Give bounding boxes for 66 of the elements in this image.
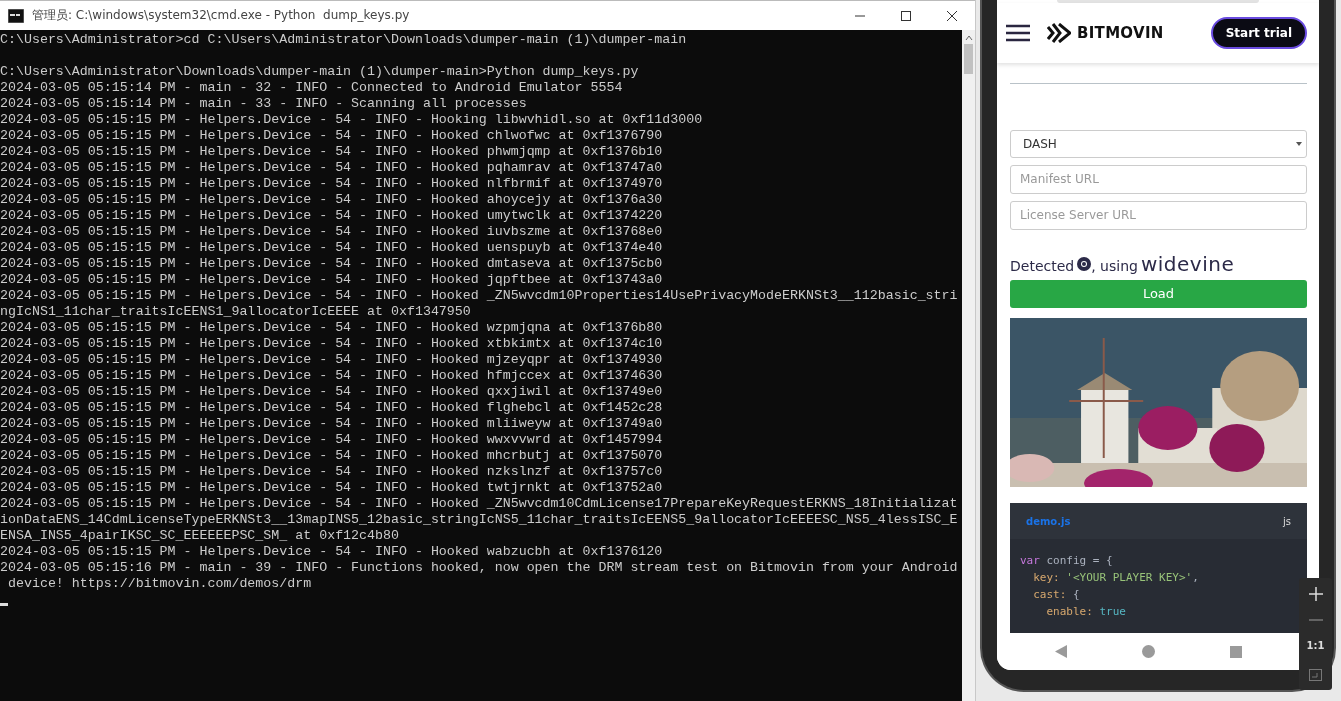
console-line: 2024-03-05 05:15:14 PM - main - 33 - INFO - Scanning all processes: [0, 96, 528, 112]
console-line: 2024-03-05 05:15:15 PM - Helpers.Device - 54 - INFO - Hooked twtjrnkt at 0xf13752a0: [0, 480, 664, 496]
text-cursor: [0, 603, 8, 606]
license-url-field[interactable]: License Server URL: [1010, 201, 1307, 230]
window-title: 管理员: C:\windows\system32\cmd.exe - Python dump_keys.py: [32, 7, 411, 24]
zoom-reset-button[interactable]: 1:1: [1306, 639, 1325, 651]
console-line: C:\Users\Administrator>cd C:\Users\Administrator\Downloads\dumper-main (1)\dumper-main: [0, 32, 688, 48]
console-line: 2024-03-05 05:15:15 PM - Helpers.Device - 54 - INFO - Hooked chlwofwc at 0xf1376790: [0, 128, 664, 144]
code-line: cast: {: [1032, 587, 1081, 603]
stream-type-select[interactable]: DASH: [1010, 129, 1307, 158]
console-line: 2024-03-05 05:15:14 PM - main - 32 - INFO - Connected to Android Emulator 5554: [0, 80, 624, 96]
console-line: 2024-03-05 05:15:15 PM - Helpers.Device - 54 - INFO - Hooked dmtaseva at 0xf1375cb0: [0, 256, 664, 272]
console-line: 2024-03-05 05:15:15 PM - Helpers.Device - 54 - INFO - Hooked mhcrbutj at 0xf1375070: [0, 448, 664, 464]
console-line: 2024-03-05 05:15:15 PM - Helpers.Device - 54 - INFO - Hooked ahoycejy at 0xf1376a30: [0, 192, 664, 208]
console-line: 2024-03-05 05:15:15 PM - Helpers.Device - 54 - INFO - Hooked qxxjiwil at 0xf13749e0: [0, 384, 664, 400]
start-trial-button[interactable]: Start trial: [1210, 17, 1307, 49]
console-line: ngIcNS1_11char_traitsIcEENS1_9allocatorIcEEEE at 0xf1347950: [0, 304, 472, 320]
console-line: C:\Users\Administrator\Downloads\dumper-main (1)\dumper-main>Python dump_keys.py: [0, 64, 640, 80]
console-line: 2024-03-05 05:15:15 PM - Helpers.Device - 54 - INFO - Hooked hfmjccex at 0xf1374630: [0, 368, 664, 384]
console-line: 2024-03-05 05:15:15 PM - Helpers.Device - 54 - INFO - Hooked xtbkimtx at 0xf1374c10: [0, 336, 664, 352]
scroll-up-icon[interactable]: [964, 34, 973, 42]
menu-icon[interactable]: [1005, 24, 1031, 42]
console-line: 2024-03-05 05:15:15 PM - Helpers.Device - 54 - INFO - Hooked nzkslnzf at 0xf13757c0: [0, 464, 664, 480]
console-line: 2024-03-05 05:15:15 PM - Helpers.Device - 54 - INFO - Hooked wabzucbh at 0xf1376120: [0, 544, 664, 560]
terminal-icon: [8, 8, 24, 23]
caret-icon: [1296, 142, 1302, 146]
close-icon[interactable]: [947, 10, 957, 21]
scroll-thumb[interactable]: [964, 44, 973, 74]
using-label: , using: [1091, 257, 1138, 274]
maximize-icon[interactable]: [901, 10, 911, 21]
console-line: 2024-03-05 05:15:15 PM - Helpers.Device - 54 - INFO - Hooked uenspuyb at 0xf1374e40: [0, 240, 664, 256]
scrollbar[interactable]: [962, 30, 975, 701]
brand-name[interactable]: BITMOVIN: [1077, 24, 1164, 42]
code-line: key: '<YOUR PLAYER KEY>',: [1032, 570, 1200, 586]
console-line: ionDataENS_14CdmLicenseTypeERKNSt3__13mapINS5_12basic_stringIcNS5_11char_traitsIcEENS5_9allocatorIcEEEESC_NS5_4lessISC_E: [0, 512, 959, 528]
screen-icon[interactable]: [1309, 668, 1322, 681]
console-line: 2024-03-05 05:15:15 PM - Helpers.Device - 54 - INFO - Hooked phwmjqmp at 0xf1376b10: [0, 144, 664, 160]
console-line: 2024-03-05 05:15:15 PM - Helpers.Device - 54 - INFO - Hooking libwvhidl.so at 0xf11d3000: [0, 112, 704, 128]
minus-icon[interactable]: [1308, 619, 1323, 622]
detected-label: Detected: [1010, 257, 1075, 274]
chevrons-icon: [1047, 23, 1071, 43]
console-line: 2024-03-05 05:15:15 PM - Helpers.Device - 54 - INFO - Hooked umytwclk at 0xf1374220: [0, 208, 664, 224]
console-line: 2024-03-05 05:15:15 PM - Helpers.Device - 54 - INFO - Hooked mjzeyqpr at 0xf1374930: [0, 352, 664, 368]
console-line: 2024-03-05 05:15:15 PM - Helpers.Device - 54 - INFO - Hooked jqpftbee at 0xf13743a0: [0, 272, 664, 288]
plus-icon[interactable]: [1308, 587, 1323, 602]
console-line: 2024-03-05 05:15:15 PM - Helpers.Device - 54 - INFO - Hooked flghebcl at 0xf1452c28: [0, 400, 664, 416]
home-icon[interactable]: [1141, 645, 1155, 658]
console-line: 2024-03-05 05:15:15 PM - Helpers.Device - 54 - INFO - Hooked wwxvvwrd at 0xf1457994: [0, 432, 664, 448]
back-icon[interactable]: [1054, 645, 1067, 658]
console-line: 2024-03-05 05:15:15 PM - Helpers.Device - 54 - INFO - Hooked _ZN5wvcdm10CdmLicense17PrepareKeyRequestERKNS_18Initializat: [0, 496, 959, 512]
console-line: 2024-03-05 05:15:15 PM - Helpers.Device - 54 - INFO - Hooked mliiweyw at 0xf13749a0: [0, 416, 664, 432]
console-line: 2024-03-05 05:15:15 PM - Helpers.Device - 54 - INFO - Hooked iuvbszme at 0xf13768e0: [0, 224, 664, 240]
console-line: 2024-03-05 05:15:15 PM - Helpers.Device - 54 - INFO - Hooked nlfbrmif at 0xf1374970: [0, 176, 664, 192]
code-line: var config = {: [1020, 553, 1114, 569]
browser-icon: [1077, 256, 1092, 271]
console-line: ENSA_INS5_4pairIKSC_SC_EEEEEEPSC_SM_ at 0xf12c4b80: [0, 528, 400, 544]
language-label: js: [1283, 515, 1291, 527]
code-line: enable: true: [1045, 604, 1127, 620]
drm-name: widevine: [1140, 251, 1235, 276]
recents-icon[interactable]: [1229, 645, 1242, 658]
console-line: device! https://bitmovin.com/demos/drm: [6, 576, 313, 592]
console-line: 2024-03-05 05:15:15 PM - Helpers.Device - 54 - INFO - Hooked pqhamrav at 0xf13747a0: [0, 160, 664, 176]
console-line: 2024-03-05 05:15:16 PM - main - 39 - INFO - Functions hooked, now open the DRM stream test on Bitmovin from your Android: [0, 560, 959, 576]
console-line: 2024-03-05 05:15:15 PM - Helpers.Device - 54 - INFO - Hooked wzpmjqna at 0xf1376b80: [0, 320, 664, 336]
console-line: 2024-03-05 05:15:15 PM - Helpers.Device - 54 - INFO - Hooked _ZN5wvcdm10Properties14UsePrivacyModeERKNSt3__112basic_stri: [0, 288, 959, 304]
manifest-url-field[interactable]: Manifest URL: [1010, 165, 1307, 194]
